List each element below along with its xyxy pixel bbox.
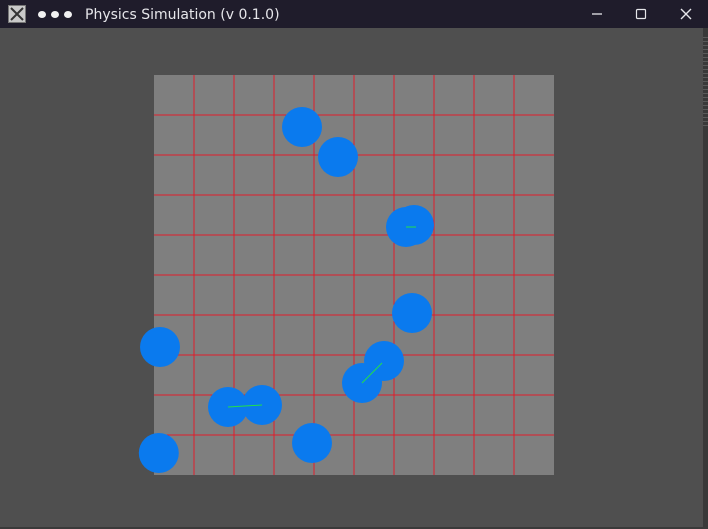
resize-grip[interactable] <box>703 36 708 126</box>
app-window: Physics Simulation (v 0.1.0) <box>0 0 708 529</box>
ball <box>292 423 332 463</box>
ball <box>138 433 179 473</box>
ball <box>282 107 322 147</box>
ball <box>392 293 432 333</box>
ball <box>394 205 434 245</box>
ball <box>318 137 358 177</box>
simulation-canvas[interactable] <box>0 0 708 529</box>
ball <box>140 327 180 367</box>
